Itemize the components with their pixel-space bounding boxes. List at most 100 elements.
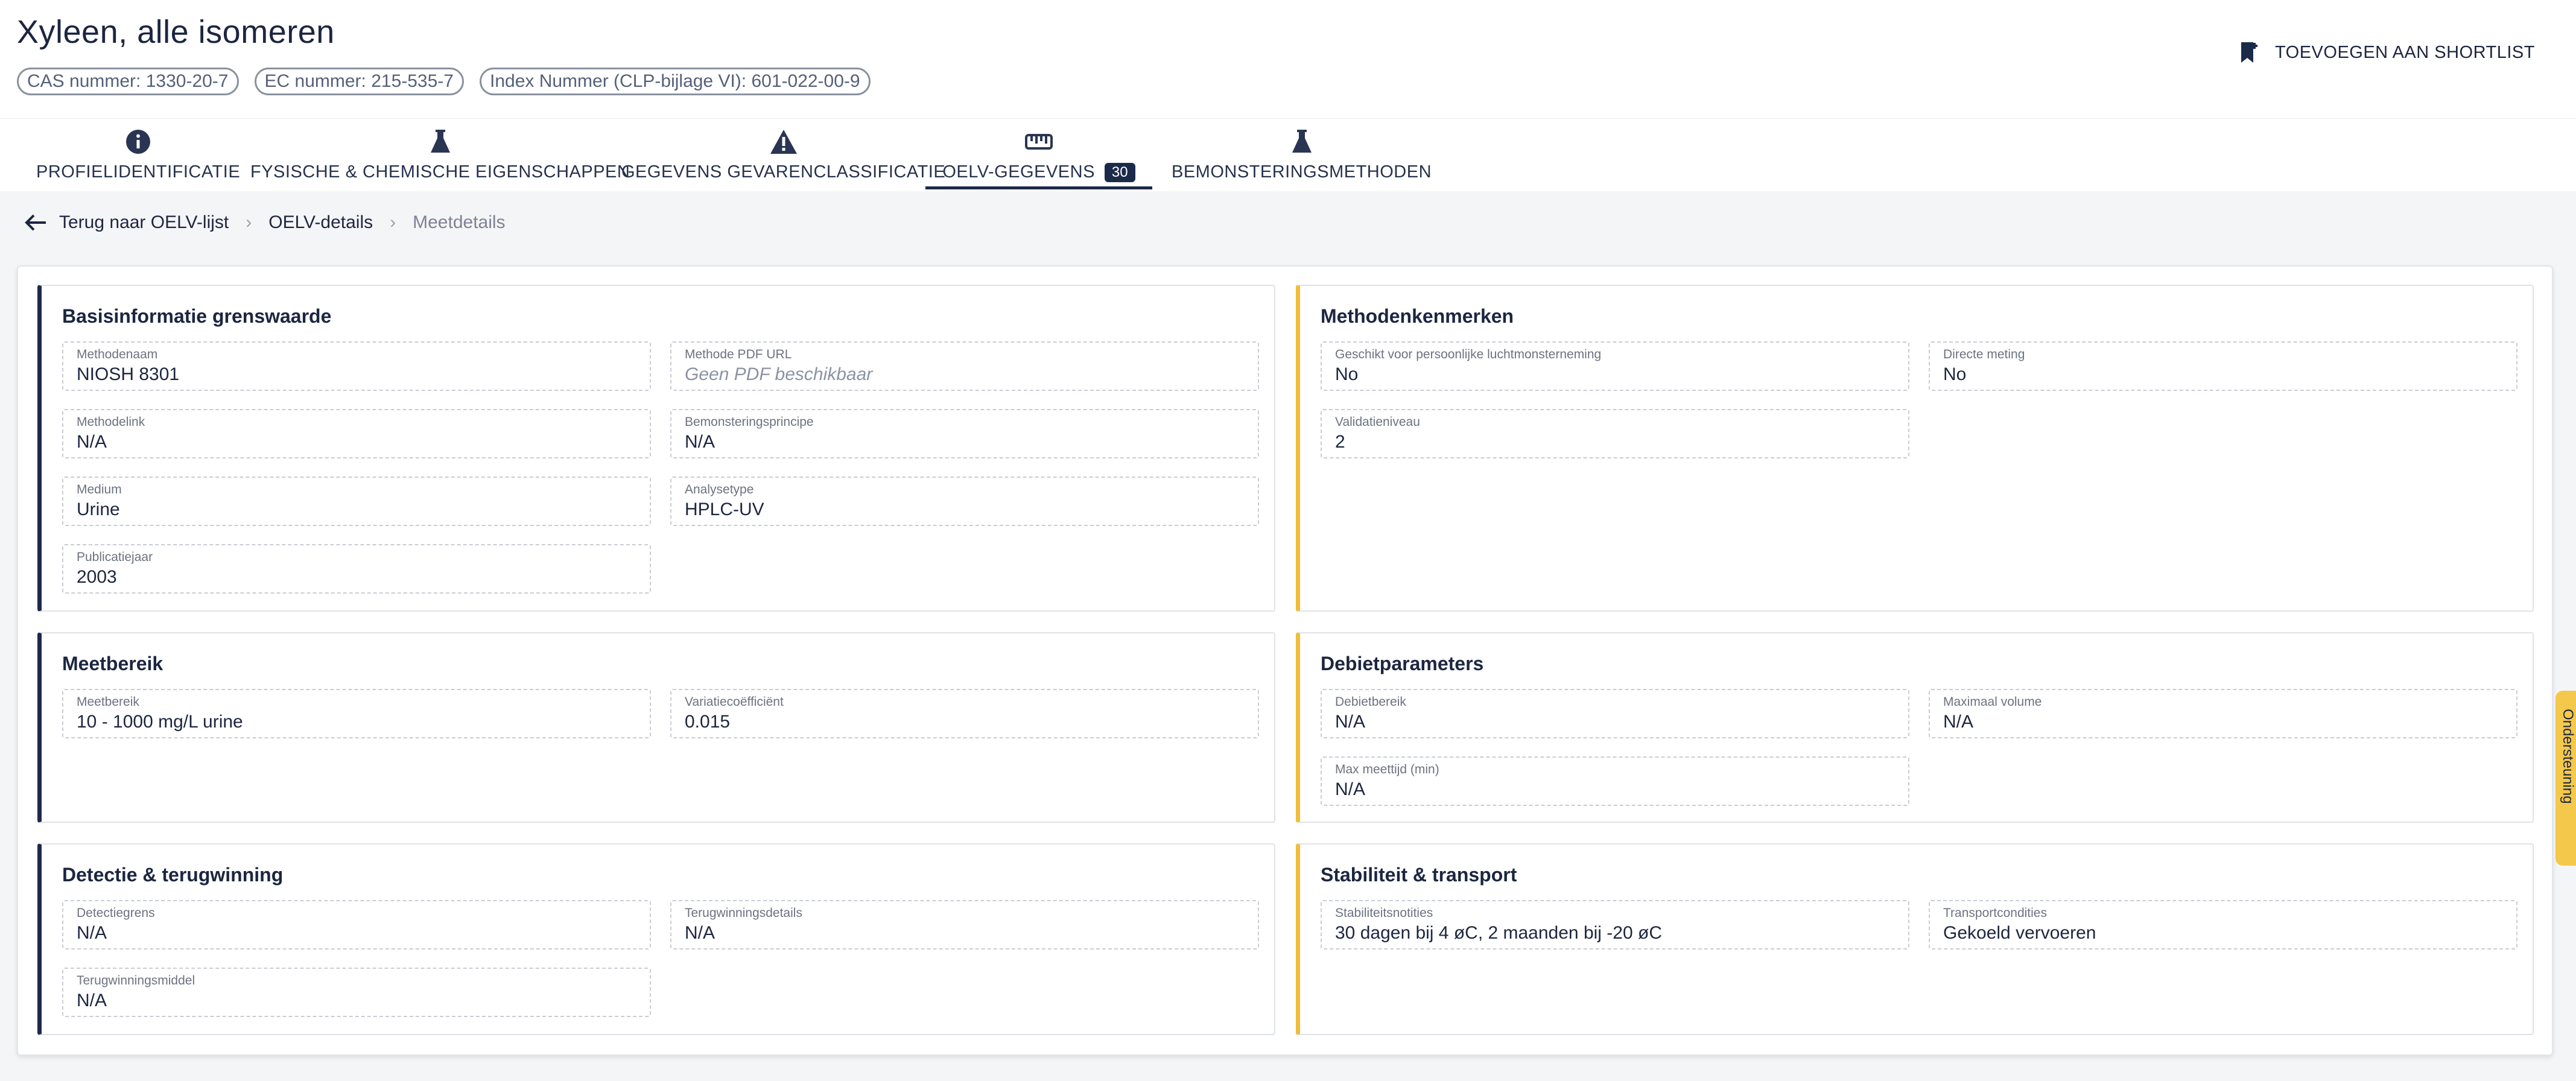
add-to-shortlist-label: TOEVOEGEN AAN SHORTLIST	[2274, 42, 2535, 62]
field-value: 2	[1335, 432, 1345, 452]
field-value: N/A	[1335, 779, 1366, 799]
field-medium: Medium Urine	[62, 477, 651, 526]
field-value: N/A	[685, 432, 715, 452]
field-analysetype: Analysetype HPLC-UV	[670, 477, 1259, 526]
tab-oelv-gegevens[interactable]: OELV-GEGEVENS 30	[925, 125, 1152, 189]
field-label: Validatieniveau	[1335, 415, 1420, 429]
field-value: N/A	[1943, 712, 1974, 732]
ruler-icon	[1025, 134, 1053, 150]
add-to-shortlist-button[interactable]: TOEVOEGEN AAN SHORTLIST	[2240, 41, 2535, 64]
field-methodenaam: Methodenaam NIOSH 8301	[62, 341, 651, 391]
field-terugwinningsmiddel: Terugwinningsmiddel N/A	[62, 968, 651, 1017]
identifier-chips: CAS nummer: 1330-20-7 EC nummer: 215-535…	[17, 68, 871, 95]
field-value: 30 dagen bij 4 øC, 2 maanden bij -20 øC	[1335, 923, 1662, 943]
page-title: Xyleen, alle isomeren	[17, 14, 335, 50]
bookmark-add-icon	[2241, 42, 2257, 63]
section-debietparameters: Debietparameters Debietbereik N/A Maxima…	[1296, 632, 2534, 823]
field-value: 10 - 1000 mg/L urine	[77, 712, 243, 732]
section-title: Stabiliteit & transport	[1321, 864, 1517, 886]
field-label: Transportcondities	[1943, 906, 2047, 920]
field-value: No	[1335, 364, 1359, 384]
tab-bemonsteringsmethoden[interactable]: BEMONSTERINGSMETHODEN	[1172, 125, 1432, 186]
field-transportcondities: Transportcondities Gekoeld vervoeren	[1929, 900, 2517, 949]
tab-label: FYSISCHE & CHEMISCHE EIGENSCHAPPEN	[250, 162, 630, 182]
field-methodelink: Methodelink N/A	[62, 409, 651, 458]
tab-label: PROFIELIDENTIFICATIE	[36, 162, 241, 182]
tab-label: BEMONSTERINGSMETHODEN	[1172, 162, 1432, 182]
breadcrumb-current: Meetdetails	[413, 212, 506, 232]
field-value: Geen PDF beschikbaar	[685, 364, 873, 384]
section-meetbereik: Meetbereik Meetbereik 10 - 1000 mg/L uri…	[37, 632, 1275, 823]
tab-label: OELV-GEGEVENS	[942, 162, 1095, 182]
field-value: No	[1943, 364, 1967, 384]
field-variatiecoefficient: Variatiecoëfficiënt 0.015	[670, 689, 1259, 738]
section-title: Methodenkenmerken	[1321, 305, 1514, 327]
support-tab-label: Ondersteuning	[2560, 709, 2576, 804]
cas-number-chip: CAS nummer: 1330-20-7	[17, 68, 239, 95]
field-max-meettijd: Max meettijd (min) N/A	[1321, 756, 1909, 806]
measurement-details-card: Basisinformatie grenswaarde Methodenaam …	[17, 265, 2553, 1056]
arrow-left-icon[interactable]	[24, 214, 47, 232]
field-label: Bemonsteringsprincipe	[685, 415, 814, 429]
field-validatieniveau: Validatieniveau 2	[1321, 409, 1909, 458]
page-header: Xyleen, alle isomeren CAS nummer: 1330-2…	[0, 0, 2576, 119]
section-basisinformatie: Basisinformatie grenswaarde Methodenaam …	[37, 285, 1275, 612]
field-value: N/A	[77, 432, 107, 452]
field-stabiliteitsnotities: Stabiliteitsnotities 30 dagen bij 4 øC, …	[1321, 900, 1909, 949]
section-detectie-terugwinning: Detectie & terugwinning Detectiegrens N/…	[37, 843, 1275, 1035]
support-tab[interactable]: Ondersteuning	[2555, 691, 2576, 866]
field-label: Analysetype	[685, 483, 754, 496]
chevron-right-icon: ›	[246, 212, 252, 232]
field-label: Geschikt voor persoonlijke luchtmonstern…	[1335, 347, 1602, 361]
field-persoonlijke-luchtmonsterneming: Geschikt voor persoonlijke luchtmonstern…	[1321, 341, 1909, 391]
field-label: Terugwinningsmiddel	[77, 974, 195, 987]
flask-icon	[430, 130, 450, 153]
info-icon	[126, 130, 151, 154]
field-label: Maximaal volume	[1943, 695, 2042, 709]
field-label: Methodenaam	[77, 347, 158, 361]
field-label: Publicatiejaar	[77, 550, 153, 564]
warning-icon	[770, 130, 797, 154]
field-value: N/A	[1335, 712, 1366, 732]
field-methode-pdf-url: Methode PDF URL Geen PDF beschikbaar	[670, 341, 1259, 391]
section-title: Detectie & terugwinning	[62, 864, 284, 886]
ec-number-chip: EC nummer: 215-535-7	[254, 68, 464, 95]
field-terugwinningsdetails: Terugwinningsdetails N/A	[670, 900, 1259, 949]
tab-fysische-chemische-eigenschappen[interactable]: FYSISCHE & CHEMISCHE EIGENSCHAPPEN	[250, 125, 630, 186]
field-value: Gekoeld vervoeren	[1943, 923, 2096, 943]
flask-icon	[1292, 130, 1312, 153]
field-label: Detectiegrens	[77, 906, 155, 920]
breadcrumb-back-link[interactable]: Terug naar OELV-lijst	[59, 212, 229, 233]
tab-bar: PROFIELIDENTIFICATIE FYSISCHE & CHEMISCH…	[0, 119, 2576, 191]
section-title: Meetbereik	[62, 653, 163, 674]
breadcrumb: Terug naar OELV-lijst › OELV-details › M…	[24, 212, 506, 233]
field-value: 2003	[77, 567, 117, 587]
field-label: Meetbereik	[77, 695, 139, 709]
section-title: Debietparameters	[1321, 653, 1484, 674]
field-label: Directe meting	[1943, 347, 2025, 361]
field-label: Debietbereik	[1335, 695, 1406, 709]
index-number-chip: Index Nummer (CLP-bijlage VI): 601-022-0…	[479, 68, 871, 95]
field-label: Medium	[77, 483, 122, 496]
count-badge: 30	[1104, 162, 1135, 182]
field-value: HPLC-UV	[685, 499, 764, 519]
field-directe-meting: Directe meting No	[1929, 341, 2517, 391]
section-title: Basisinformatie grenswaarde	[62, 305, 332, 327]
tab-profielidentificatie[interactable]: PROFIELIDENTIFICATIE	[36, 125, 240, 186]
field-value: N/A	[77, 991, 107, 1010]
section-stabiliteit-transport: Stabiliteit & transport Stabiliteitsnoti…	[1296, 843, 2534, 1035]
field-label: Stabiliteitsnotities	[1335, 906, 1433, 920]
field-value: N/A	[685, 923, 715, 943]
section-methodenkenmerken: Methodenkenmerken Geschikt voor persoonl…	[1296, 285, 2534, 612]
field-value: N/A	[77, 923, 107, 943]
field-label: Methode PDF URL	[685, 347, 792, 361]
tab-gegevens-gevarenclassificatie[interactable]: GEGEVENS GEVARENCLASSIFICATIE	[621, 125, 945, 186]
field-label: Terugwinningsdetails	[685, 906, 802, 920]
field-label: Max meettijd (min)	[1335, 762, 1439, 776]
field-meetbereik: Meetbereik 10 - 1000 mg/L urine	[62, 689, 651, 738]
tab-label: GEGEVENS GEVARENCLASSIFICATIE	[621, 162, 946, 182]
field-debietbereik: Debietbereik N/A	[1321, 689, 1909, 738]
breadcrumb-oelv-details-link[interactable]: OELV-details	[268, 212, 373, 233]
field-maximaal-volume: Maximaal volume N/A	[1929, 689, 2517, 738]
field-label: Methodelink	[77, 415, 145, 429]
